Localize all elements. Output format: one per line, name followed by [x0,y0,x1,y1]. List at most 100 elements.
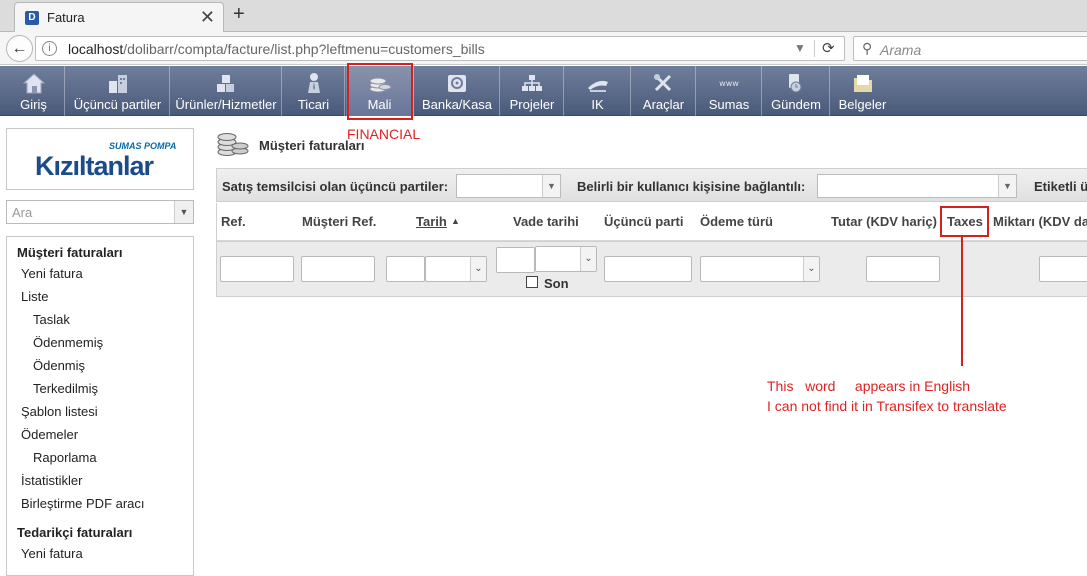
home-icon [22,73,45,94]
browser-tab[interactable]: D Fatura ✕ [14,2,224,33]
left-menu-abandoned[interactable]: Terkedilmiş [33,381,98,396]
history-dropdown-icon[interactable]: ▼ [794,41,806,55]
left-menu-templates[interactable]: Şablon listesi [21,404,98,419]
module-icon: www [719,79,739,88]
left-menu-new-supplier-invoice[interactable]: Yeni fatura [21,546,83,561]
menu-products[interactable]: Ürünler/Hizmetler [171,66,282,116]
products-icon [217,75,234,92]
column-amount-ht[interactable]: Tutar (KDV hariç) [831,214,937,229]
tools-icon [653,74,671,92]
filter-third-party-input[interactable] [604,256,692,282]
tab-title: Fatura [47,10,85,25]
new-tab-button[interactable]: + [233,3,245,26]
menu-third-parties[interactable]: Üçüncü partiler [66,66,170,116]
annotation-highlight-taxes [940,206,989,237]
left-search-select[interactable]: Ara ▼ [6,200,194,224]
agenda-icon [789,74,802,93]
projects-icon [522,75,542,91]
left-menu-new-invoice[interactable]: Yeni fatura [21,266,83,281]
column-ref[interactable]: Ref. [221,214,246,229]
column-amount-ttc[interactable]: Miktarı (KDV da [993,214,1087,229]
top-menu: Giriş Üçüncü partiler Ürünler/Hizmetler … [0,66,1087,116]
left-menu-supplier-invoices[interactable]: Tedarikçi faturaları [17,525,132,540]
filter-ref-input[interactable] [220,256,294,282]
annotation-note-line1: This word appears in English [767,378,971,394]
left-menu-reporting[interactable]: Raporlama [33,450,97,465]
filter-tag-label: Etiketli ü [1034,179,1087,194]
left-menu-unpaid[interactable]: Ödenmemiş [33,335,103,350]
left-menu-pdf-merge[interactable]: Birleştirme PDF aracı [21,496,145,511]
filter-payment-type-select[interactable]: ⌄ [700,256,820,282]
chevron-down-icon: ⌄ [470,257,486,281]
filter-sales-rep-select[interactable]: ▼ [456,174,561,198]
left-menu-list[interactable]: Liste [21,289,48,304]
info-icon[interactable]: i [42,41,57,56]
column-date[interactable]: Tarih [416,214,447,229]
chevron-down-icon: ▼ [542,175,560,197]
back-button[interactable]: ← [6,35,33,62]
close-tab-icon[interactable]: ✕ [200,7,215,28]
filter-sales-rep-label: Satış temsilcisi olan üçüncü partiler: [222,179,449,194]
documents-icon [853,75,872,92]
bank-icon [448,75,466,92]
column-payment-type[interactable]: Ödeme türü [700,214,773,229]
left-menu-draft[interactable]: Taslak [33,312,70,327]
company-icon [108,75,127,93]
dolibarr-favicon-icon: D [25,11,39,25]
menu-agenda[interactable]: Gündem [763,66,830,116]
coins-icon [217,133,249,156]
sort-ascending-icon: ▲ [451,216,460,226]
svg-text:www: www [719,79,739,88]
chevron-down-icon: ⌄ [803,257,819,281]
menu-projects[interactable]: Projeler [501,66,564,116]
url-text: localhost/dolibarr/compta/facture/list.p… [68,41,485,57]
filter-bar: Satış temsilcisi olan üçüncü partiler: ▼… [216,168,1087,202]
chevron-down-icon: ⌄ [580,247,596,271]
filter-user-linked-label: Belirli bir kullanıcı kişisine bağlantıl… [577,179,806,194]
chevron-down-icon: ▼ [998,175,1016,197]
divider [814,40,815,57]
filter-due-month-select[interactable]: ⌄ [535,246,597,272]
left-menu-customer-invoices[interactable]: Müşteri faturaları [17,245,122,260]
annotation-note-line2: I can not find it in Transifex to transl… [767,398,1007,414]
menu-commercial[interactable]: Ticari [283,66,345,116]
filter-date-month-select[interactable]: ⌄ [425,256,487,282]
company-logo[interactable]: SUMAS POMPA Kızıltanlar [6,128,194,190]
reload-icon[interactable]: ⟳ [822,39,835,57]
hrm-icon [587,80,608,92]
commercial-icon [307,73,320,93]
left-menu-statistics[interactable]: İstatistikler [21,473,82,488]
annotation-highlight-mali [347,63,413,120]
filter-user-linked-select[interactable]: ▼ [817,174,1017,198]
menu-bank[interactable]: Banka/Kasa [415,66,500,116]
filter-amount-ttc-input[interactable] [1039,256,1087,282]
annotation-pointer-line [961,237,963,366]
browser-search-box[interactable]: ⚲ Arama [853,36,1087,61]
browser-navbar: ← i localhost/dolibarr/compta/facture/li… [0,32,1087,65]
search-icon: ⚲ [862,40,873,56]
column-customer-ref[interactable]: Müşteri Ref. [302,214,376,229]
menu-home[interactable]: Giriş [3,66,65,116]
filter-amount-ht-input[interactable] [866,256,940,282]
search-placeholder: Arama [880,42,922,58]
page-title: Müşteri faturaları [259,138,365,153]
column-third-party[interactable]: Üçüncü parti [604,214,683,229]
left-menu: Müşteri faturaları Yeni fatura Liste Tas… [6,236,194,576]
filter-customer-ref-input[interactable] [301,256,375,282]
browser-tab-strip: D Fatura ✕ + [0,0,1087,33]
son-checkbox[interactable] [526,276,538,288]
left-menu-paid[interactable]: Ödenmiş [33,358,85,373]
son-label: Son [544,276,569,291]
address-bar[interactable]: i localhost/dolibarr/compta/facture/list… [35,36,845,61]
filter-due-day-input[interactable] [496,247,535,273]
menu-documents[interactable]: Belgeler [831,66,894,116]
menu-sumas[interactable]: www Sumas [697,66,762,116]
column-due-date[interactable]: Vade tarihi [513,214,579,229]
menu-hrm[interactable]: IK [565,66,631,116]
left-search-placeholder: Ara [12,205,33,220]
search-filter-row: ⌄ ⌄ ⌄ [216,241,1087,297]
menu-tools[interactable]: Araçlar [632,66,696,116]
left-menu-payments[interactable]: Ödemeler [21,427,78,442]
chevron-down-icon[interactable]: ▼ [174,201,193,223]
filter-date-day-input[interactable] [386,256,425,282]
